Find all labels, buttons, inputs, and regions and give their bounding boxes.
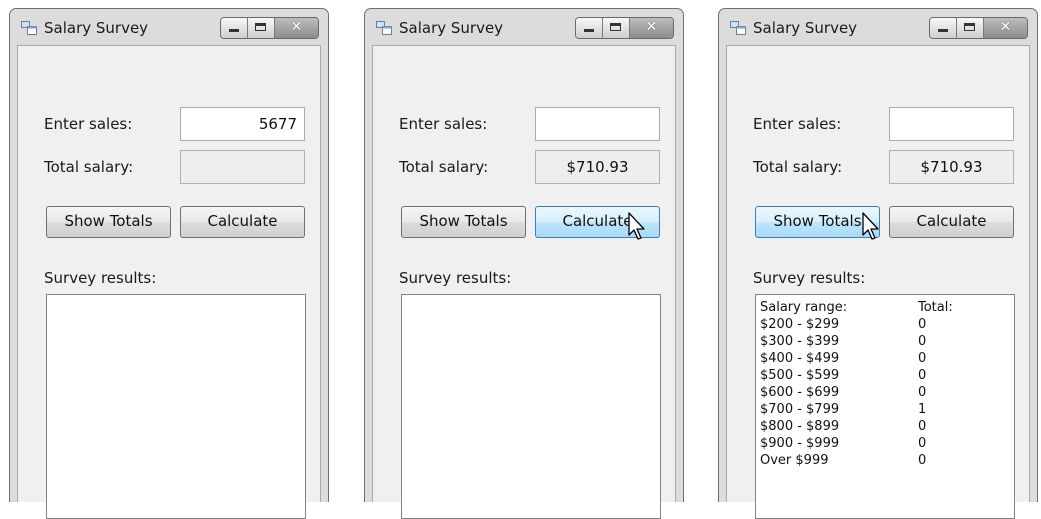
salary-range-cell: $600 - $699 xyxy=(760,385,840,400)
total-count-cell: 0 xyxy=(918,317,927,332)
maximize-icon xyxy=(610,23,621,31)
total-count-cell: 0 xyxy=(918,368,927,383)
total-count-cell: 0 xyxy=(918,385,927,400)
list-item[interactable]: Over $999 0 xyxy=(760,452,1014,469)
calculate-button[interactable]: Calculate xyxy=(889,206,1014,238)
close-icon: ✕ xyxy=(645,19,658,35)
total-count-cell: 0 xyxy=(918,334,927,349)
calculate-button[interactable]: Calculate xyxy=(180,206,305,238)
window-title: Salary Survey xyxy=(399,19,504,37)
total-salary-output: $710.93 xyxy=(535,150,660,184)
minimize-icon xyxy=(938,29,948,32)
list-item[interactable]: $200 - $299 0 xyxy=(760,316,1014,333)
total-salary-label: Total salary: xyxy=(44,158,134,176)
form-client-area: Enter sales: Total salary: $710.93 Show … xyxy=(726,45,1030,519)
total-salary-label: Total salary: xyxy=(399,158,489,176)
close-button[interactable]: ✕ xyxy=(630,18,673,38)
total-salary-label: Total salary: xyxy=(753,158,843,176)
enter-sales-label: Enter sales: xyxy=(753,115,842,133)
minimize-icon xyxy=(229,29,239,32)
sales-input[interactable] xyxy=(535,107,660,141)
close-button[interactable]: ✕ xyxy=(275,18,318,38)
salary-range-cell: $300 - $399 xyxy=(760,334,840,349)
salary-range-cell: $200 - $299 xyxy=(760,317,840,332)
total-count-cell: 0 xyxy=(918,419,927,434)
list-item[interactable]: $700 - $799 1 xyxy=(760,401,1014,418)
application-icon xyxy=(21,21,37,35)
window-title: Salary Survey xyxy=(753,19,858,37)
title-bar[interactable]: Salary Survey ✕ xyxy=(365,9,683,45)
maximize-button[interactable] xyxy=(603,18,630,38)
salary-survey-window-1: Salary Survey ✕ Enter sales: 5677 Total … xyxy=(9,8,329,519)
application-icon xyxy=(376,21,392,35)
maximize-button[interactable] xyxy=(957,18,984,38)
list-item[interactable]: $300 - $399 0 xyxy=(760,333,1014,350)
salary-survey-window-3: Salary Survey ✕ Enter sales: Total salar… xyxy=(718,8,1038,519)
sales-input[interactable] xyxy=(889,107,1014,141)
close-icon: ✕ xyxy=(290,19,303,35)
application-icon xyxy=(730,21,746,35)
maximize-icon xyxy=(255,23,266,31)
list-item[interactable]: $800 - $899 0 xyxy=(760,418,1014,435)
maximize-icon xyxy=(964,23,975,31)
total-salary-output: $710.93 xyxy=(889,150,1014,184)
caption-buttons: ✕ xyxy=(575,17,674,39)
salary-survey-window-2: Salary Survey ✕ Enter sales: Total salar… xyxy=(364,8,684,519)
window-title: Salary Survey xyxy=(44,19,149,37)
survey-results-list[interactable] xyxy=(46,294,306,519)
minimize-button[interactable] xyxy=(576,18,603,38)
survey-results-label: Survey results: xyxy=(44,269,157,287)
mouse-pointer-icon xyxy=(862,212,879,240)
title-bar[interactable]: Salary Survey ✕ xyxy=(10,9,328,45)
salary-range-cell: $500 - $599 xyxy=(760,368,840,383)
enter-sales-label: Enter sales: xyxy=(44,115,133,133)
total-count-cell: 1 xyxy=(918,402,927,417)
list-item[interactable]: $900 - $999 0 xyxy=(760,435,1014,452)
title-bar[interactable]: Salary Survey ✕ xyxy=(719,9,1037,45)
total-salary-output xyxy=(180,150,305,184)
total-count-cell: 0 xyxy=(918,351,927,366)
salary-range-cell: Over $999 xyxy=(760,453,829,468)
salary-range-cell: $400 - $499 xyxy=(760,351,840,366)
list-header-row[interactable]: Salary range: Total: xyxy=(760,299,1014,316)
form-client-area: Enter sales: 5677 Total salary: Show Tot… xyxy=(17,45,321,519)
maximize-button[interactable] xyxy=(248,18,275,38)
close-icon: ✕ xyxy=(999,19,1012,35)
total-count-cell: 0 xyxy=(918,453,927,468)
form-client-area: Enter sales: Total salary: $710.93 Show … xyxy=(372,45,676,519)
salary-range-cell: $700 - $799 xyxy=(760,402,840,417)
survey-results-list[interactable]: Salary range: Total: $200 - $299 0 $300 - $3… xyxy=(755,294,1015,519)
show-totals-button[interactable]: Show Totals xyxy=(46,206,171,238)
salary-range-cell: Salary range: xyxy=(760,300,848,315)
list-item[interactable]: $600 - $699 0 xyxy=(760,384,1014,401)
survey-results-label: Survey results: xyxy=(399,269,512,287)
minimize-button[interactable] xyxy=(221,18,248,38)
survey-results-list[interactable] xyxy=(401,294,661,519)
caption-buttons: ✕ xyxy=(220,17,319,39)
caption-buttons: ✕ xyxy=(929,17,1028,39)
mouse-pointer-icon xyxy=(628,212,645,240)
salary-range-cell: $800 - $899 xyxy=(760,419,840,434)
survey-results-label: Survey results: xyxy=(753,269,866,287)
salary-range-cell: $900 - $999 xyxy=(760,436,840,451)
list-item[interactable]: $500 - $599 0 xyxy=(760,367,1014,384)
sales-input[interactable]: 5677 xyxy=(180,107,305,141)
total-count-cell: 0 xyxy=(918,436,927,451)
total-count-cell: Total: xyxy=(918,300,953,315)
close-button[interactable]: ✕ xyxy=(984,18,1027,38)
list-item[interactable]: $400 - $499 0 xyxy=(760,350,1014,367)
enter-sales-label: Enter sales: xyxy=(399,115,488,133)
show-totals-button[interactable]: Show Totals xyxy=(401,206,526,238)
minimize-icon xyxy=(584,29,594,32)
minimize-button[interactable] xyxy=(930,18,957,38)
